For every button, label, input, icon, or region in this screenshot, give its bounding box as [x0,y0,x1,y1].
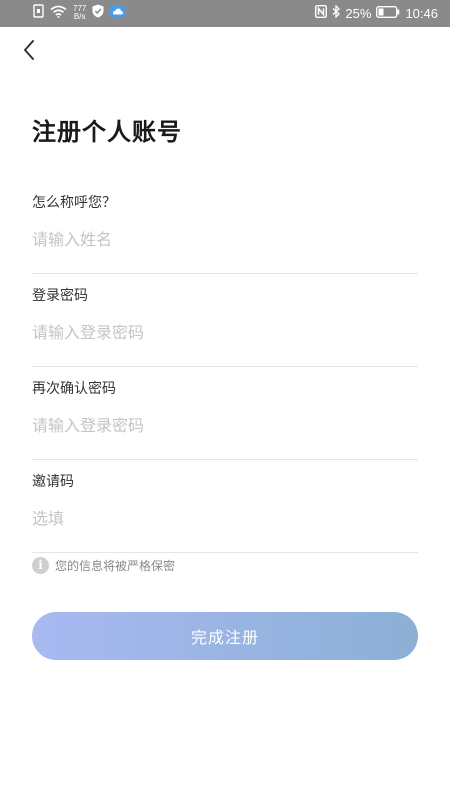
battery-icon [376,5,400,21]
clock: 10:46 [405,5,438,21]
password-field: 登录密码 [32,286,418,367]
status-bar-right: 25% 10:46 [315,4,438,21]
name-field: 怎么称呼您？ [32,193,418,274]
status-bar-left: 777 B/s [33,4,126,21]
privacy-note: i 您的信息将被严格保密 [32,557,175,574]
name-input[interactable] [32,227,418,251]
confirm-password-input[interactable] [32,413,418,437]
invite-code-label: 邀请码 [32,474,74,490]
password-input[interactable] [32,320,418,344]
shield-check-icon [92,4,104,21]
back-arrow-icon [18,40,42,66]
divider [32,273,418,274]
divider [32,552,418,553]
complete-registration-button[interactable]: 完成注册 [32,612,418,660]
info-icon: i [32,557,49,574]
cloud-icon [110,4,126,21]
divider [32,459,418,460]
network-speed-unit: B/s [73,11,86,21]
confirm-password-field: 再次确认密码 [32,379,418,460]
privacy-text: 您的信息将被严格保密 [55,559,176,573]
sim-card-icon [33,4,44,21]
divider [32,366,418,367]
back-button[interactable] [18,38,42,62]
status-bar: 777 B/s 25% 10:46 [0,0,450,27]
invite-code-field: 邀请码 [32,472,418,553]
bluetooth-icon [332,4,341,21]
wifi-icon [50,5,67,21]
network-speed: 777 B/s [73,4,86,21]
invite-code-input[interactable] [32,506,418,530]
confirm-password-label: 再次确认密码 [32,381,116,397]
page-title: 注册个人账号 [32,118,182,146]
nfc-icon [315,4,328,21]
password-label: 登录密码 [32,288,88,304]
battery-percent: 25% [345,5,372,21]
name-label: 怎么称呼您？ [32,195,116,211]
